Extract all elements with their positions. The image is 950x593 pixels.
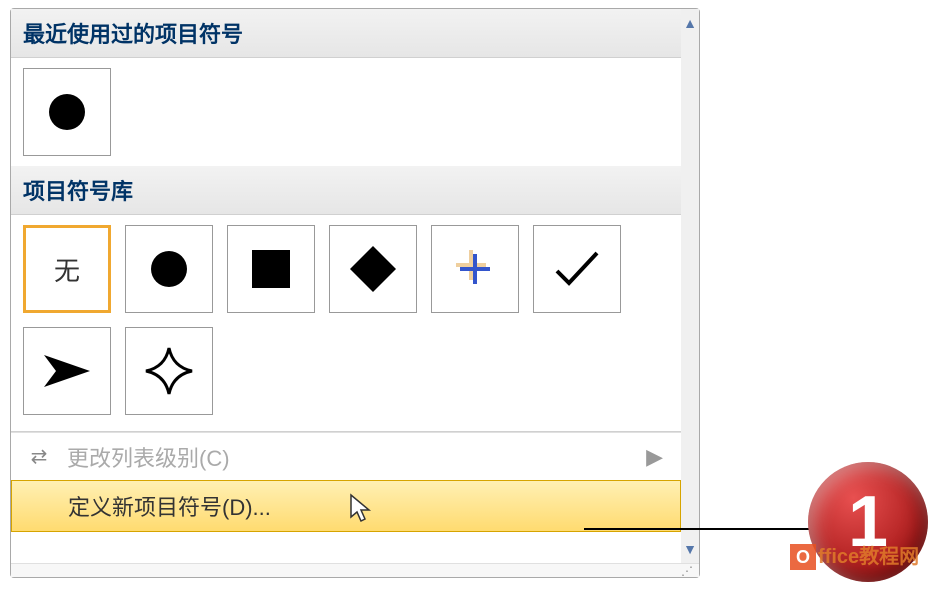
- bullet-filled-circle[interactable]: [23, 68, 111, 156]
- filled-circle-icon: [149, 249, 189, 289]
- indent-icon: ⇄: [25, 444, 53, 469]
- scroll-up-icon[interactable]: ▲: [683, 15, 697, 31]
- office-logo-icon: O: [790, 544, 816, 570]
- main-area: 最近使用过的项目符号 项目符号库 无: [11, 9, 681, 563]
- library-bullets-grid: 无: [11, 215, 681, 425]
- define-new-bullet-menu[interactable]: 定义新项目符号(D)...: [11, 480, 681, 532]
- watermark-text: ffice教程网: [818, 546, 919, 568]
- plus-icon: [460, 254, 490, 284]
- change-level-label: 更改列表级别(C): [67, 441, 230, 473]
- define-new-label: 定义新项目符号(D)...: [68, 490, 271, 522]
- checkmark-icon: [553, 249, 601, 289]
- bullet-plus-cross[interactable]: [431, 225, 519, 313]
- bullet-filled-diamond[interactable]: [329, 225, 417, 313]
- bullet-filled-square[interactable]: [227, 225, 315, 313]
- scroll-content: 最近使用过的项目符号 项目符号库 无: [11, 9, 699, 563]
- callout-line: [584, 528, 814, 530]
- recent-bullets-grid: [11, 58, 681, 166]
- four-point-star-icon: [144, 346, 194, 396]
- submenu-arrow-icon: ▶: [646, 444, 663, 470]
- filled-circle-icon: [47, 92, 87, 132]
- bullet-four-point-star[interactable]: [125, 327, 213, 415]
- vertical-scrollbar[interactable]: ▲ ▼: [681, 9, 699, 563]
- change-list-level-menu: ⇄ 更改列表级别(C) ▶: [11, 432, 681, 480]
- scroll-down-icon[interactable]: ▼: [683, 541, 697, 557]
- cursor-icon: [348, 493, 372, 523]
- bullet-dropdown-panel: 最近使用过的项目符号 项目符号库 无: [10, 8, 700, 578]
- filled-square-icon: [252, 250, 290, 288]
- recent-section-header: 最近使用过的项目符号: [11, 9, 681, 58]
- library-section-header: 项目符号库: [11, 166, 681, 215]
- filled-diamond-icon: [350, 246, 396, 292]
- bullet-none[interactable]: 无: [23, 225, 111, 313]
- watermark: Office教程网: [790, 540, 919, 570]
- bullet-checkmark[interactable]: [533, 225, 621, 313]
- resize-grip[interactable]: ⋰: [11, 563, 699, 577]
- bullet-arrowhead[interactable]: [23, 327, 111, 415]
- bullet-filled-circle[interactable]: [125, 225, 213, 313]
- arrowhead-icon: [42, 351, 92, 391]
- none-label: 无: [54, 251, 80, 288]
